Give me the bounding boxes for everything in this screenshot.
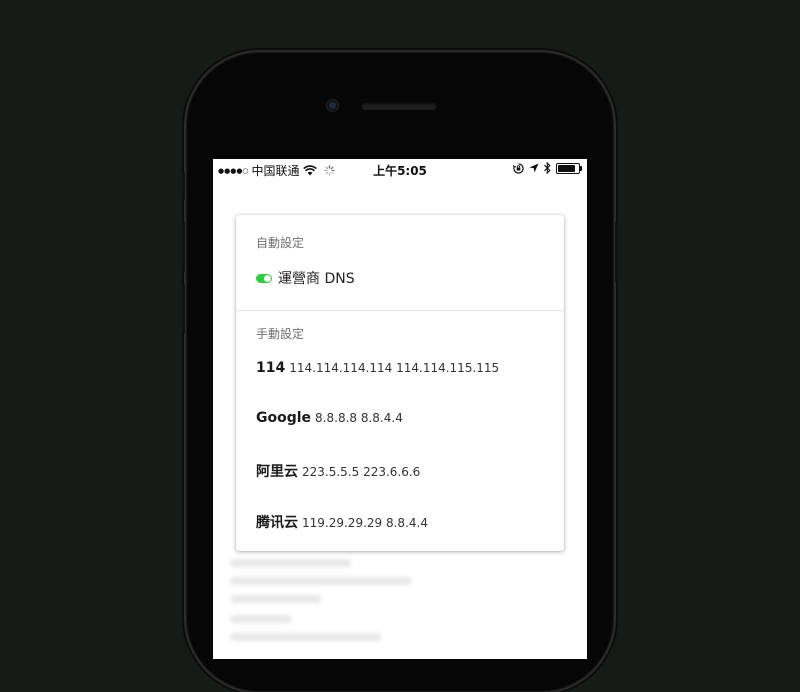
dns-server-addresses: 223.5.5.5 223.6.6.6 <box>302 465 421 479</box>
dns-server-name: 114 <box>256 360 286 376</box>
background-content <box>231 633 381 641</box>
section-divider <box>236 310 564 311</box>
battery-icon <box>556 162 582 174</box>
status-bar: ●●●●○ 中国联通 上午5:05 <box>213 159 587 181</box>
mute-switch <box>182 172 185 200</box>
dns-server-name: Google <box>256 410 312 426</box>
background-content <box>231 559 351 567</box>
dns-option-google[interactable]: Google 8.8.8.8 8.8.4.4 <box>256 410 403 426</box>
dns-settings-menu: 自動設定 運營商 DNS 手動設定 114 114.114.114.114 114… <box>236 215 564 551</box>
dns-server-addresses: 119.29.29.29 8.8.4.4 <box>302 516 428 530</box>
background-content <box>231 615 291 623</box>
volume-up-button <box>182 222 185 272</box>
dns-server-name: 腾讯云 <box>256 515 298 531</box>
background-content <box>231 577 411 585</box>
background-content <box>231 595 321 603</box>
dns-server-addresses: 114.114.114.114 114.114.115.115 <box>289 361 500 375</box>
earpiece-speaker <box>361 102 437 110</box>
phone-frame: ●●●●○ 中国联通 上午5:05 自動設定 運營商 DNS 手動設定 114 … <box>182 52 618 692</box>
dns-option-tencent[interactable]: 腾讯云 119.29.29.29 8.8.4.4 <box>256 512 428 532</box>
dns-server-name: 阿里云 <box>256 464 298 480</box>
toggle-switch-on-icon[interactable] <box>256 273 272 283</box>
manual-settings-heading: 手動設定 <box>256 327 305 341</box>
phone-screen: ●●●●○ 中国联通 上午5:05 自動設定 運營商 DNS 手動設定 114 … <box>213 159 587 659</box>
bluetooth-icon <box>544 162 551 174</box>
auto-settings-heading: 自動設定 <box>256 236 305 250</box>
carrier-dns-label: 運營商 DNS <box>278 271 355 287</box>
dns-server-addresses: 8.8.8.8 8.8.4.4 <box>315 411 403 425</box>
front-camera-icon <box>327 100 338 111</box>
orientation-lock-icon <box>513 162 524 174</box>
location-arrow-icon <box>529 163 539 173</box>
volume-down-button <box>182 284 185 334</box>
dns-option-114[interactable]: 114 114.114.114.114 114.114.115.115 <box>256 360 499 376</box>
dns-option-aliyun[interactable]: 阿里云 223.5.5.5 223.6.6.6 <box>256 461 420 481</box>
carrier-dns-option[interactable]: 運營商 DNS <box>256 268 355 288</box>
power-button <box>615 222 618 282</box>
